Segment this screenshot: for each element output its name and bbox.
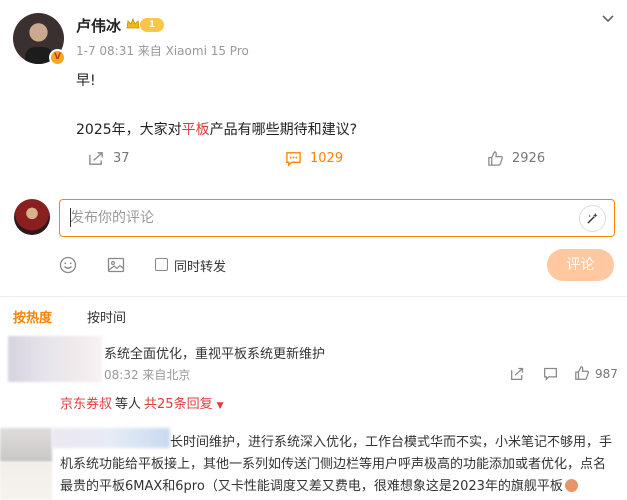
reply-user-link[interactable]: 京东券叔 (60, 397, 112, 412)
image-icon[interactable] (107, 256, 125, 274)
emoji-icon[interactable] (59, 256, 77, 274)
comment-like-count: 987 (595, 367, 618, 381)
share-icon (89, 152, 103, 165)
comment-input[interactable] (59, 199, 615, 237)
my-avatar (14, 199, 50, 235)
chevron-down-icon[interactable] (600, 10, 616, 26)
share-button[interactable]: 37 (88, 150, 130, 167)
like-button[interactable]: 2926 (487, 150, 545, 167)
reply-count[interactable]: 共25条回复 (144, 397, 213, 412)
ai-assist-icon (587, 212, 598, 224)
like-count: 2926 (512, 151, 546, 166)
comment-count: 1029 (310, 151, 344, 166)
comment-avatar-blurred (0, 428, 52, 462)
comment-meta: 08:32 来自北京 (104, 368, 191, 382)
emoji-icon (564, 479, 578, 492)
sub-reply-summary[interactable]: 京东券叔 等人 共25条回复 ▼ (60, 393, 224, 412)
repost-checkbox[interactable] (155, 258, 168, 271)
reply-icon[interactable] (543, 366, 558, 381)
comment-button[interactable]: 1029 (285, 150, 343, 167)
verified-badge: V (49, 49, 66, 66)
tab-time[interactable]: 按时间 (87, 307, 126, 326)
comment-text: 系统全面优化，重视平板系统更新维护 (104, 347, 326, 362)
post-text-line1: 早! (76, 73, 96, 89)
thumbs-up-icon[interactable] (574, 365, 590, 381)
submit-comment-button[interactable]: 评论 (547, 249, 614, 281)
section-divider (0, 296, 627, 297)
blurred-region (0, 462, 52, 500)
share-icon[interactable] (510, 366, 525, 381)
comment-text-line1: 长时间维护，进行系统深入优化，工作台模式华而不实，小米笔记不够用，手 (170, 435, 613, 450)
comment-username-blurred (52, 428, 170, 448)
text-caret (70, 208, 71, 227)
share-count: 37 (113, 151, 130, 166)
comment-text-line3: 最贵的平板6MAX和6pro（又卡性能调度又差又费电，很难想象这是2023年的旗… (60, 475, 578, 494)
comment-icon (286, 152, 301, 167)
thumbs-up-icon (488, 151, 503, 166)
post-text-line2: 2025年，大家对平板产品有哪些期待和建议? (76, 122, 358, 138)
tab-hot[interactable]: 按热度 (13, 307, 52, 326)
repost-label: 同时转发 (174, 260, 227, 275)
post-meta: 1-7 08:31 来自 Xiaomi 15 Pro (76, 44, 249, 58)
level-badge: 1 (140, 18, 164, 32)
crown-icon (126, 17, 140, 29)
ai-assist-button[interactable] (579, 205, 606, 232)
chevron-down-icon: ▼ (216, 401, 224, 411)
comment-avatar-blurred (8, 336, 102, 382)
topic-link[interactable]: 平板 (182, 122, 210, 138)
author-name[interactable]: 卢伟冰 (76, 15, 121, 36)
comment-text-line2: 机系统功能给平板接上，其他一系列如传送门侧边栏等用户呼声极高的功能添加或者优化，… (60, 457, 607, 472)
